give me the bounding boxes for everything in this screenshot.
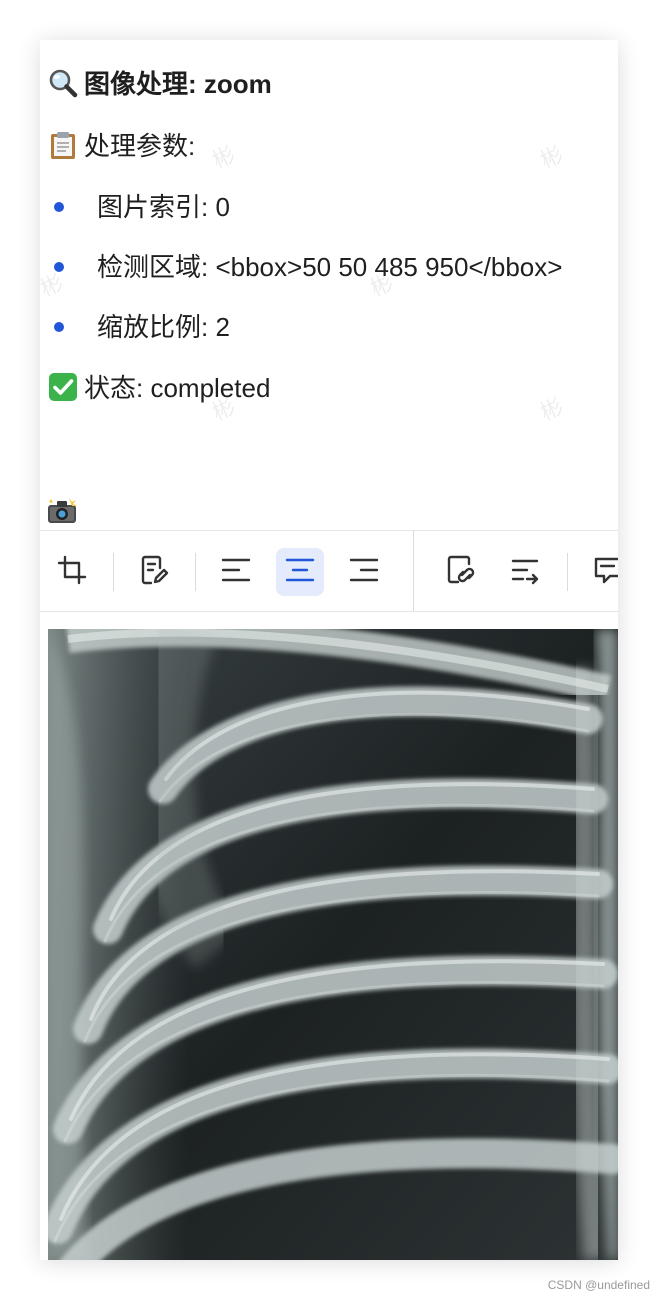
watermark: 彬 bbox=[536, 141, 567, 174]
bullet-icon bbox=[54, 322, 64, 332]
watermark: 彬 bbox=[40, 269, 67, 302]
param-image-index: 图片索引: 0 bbox=[97, 192, 230, 222]
comment-button[interactable] bbox=[584, 548, 618, 596]
text-wrap-button[interactable] bbox=[502, 548, 550, 596]
crop-button[interactable] bbox=[48, 548, 96, 596]
page-title: 图像处理: zoom bbox=[48, 67, 272, 101]
edit-note-icon bbox=[138, 554, 170, 591]
param-zoom-ratio: 缩放比例: 2 bbox=[97, 312, 230, 342]
toolbar-divider bbox=[195, 553, 196, 591]
align-left-icon bbox=[220, 554, 252, 591]
param-detect-region: 检测区域: <bbox>50 50 485 950</bbox> bbox=[97, 252, 563, 282]
link-icon bbox=[445, 553, 479, 592]
bullet-icon bbox=[54, 262, 64, 272]
align-left-button[interactable] bbox=[212, 548, 260, 596]
toolbar-divider bbox=[413, 531, 414, 611]
status-line: 状态: completed bbox=[48, 371, 270, 405]
bullet-icon bbox=[54, 202, 64, 212]
edit-caption-button[interactable] bbox=[130, 548, 178, 596]
clipboard-icon bbox=[48, 130, 78, 160]
align-right-button[interactable] bbox=[340, 548, 388, 596]
status-text: 状态: completed bbox=[84, 373, 271, 403]
title-text: 图像处理: zoom bbox=[84, 69, 272, 99]
params-label: 处理参数: bbox=[84, 131, 196, 161]
comment-icon bbox=[592, 554, 618, 591]
text-wrap-icon bbox=[510, 554, 542, 591]
image-toolbar bbox=[40, 530, 618, 612]
camera-flash-icon bbox=[47, 498, 77, 524]
align-center-icon bbox=[284, 554, 316, 591]
check-mark-icon bbox=[48, 372, 78, 402]
crop-icon bbox=[56, 554, 88, 591]
credit-text: CSDN @undefined bbox=[547, 1278, 650, 1292]
watermark: 彬 bbox=[536, 393, 567, 426]
toolbar-divider bbox=[567, 553, 568, 591]
xray-image[interactable] bbox=[48, 629, 618, 1260]
params-heading: 处理参数: bbox=[48, 129, 195, 163]
magnifier-icon bbox=[48, 68, 78, 98]
align-center-button[interactable] bbox=[276, 548, 324, 596]
link-button[interactable] bbox=[438, 548, 486, 596]
editor-card: 彬 彬 彬 彬 彬 彬 图像处理: zoom 处理参数: 图片索引: 0 检测区… bbox=[40, 40, 618, 1260]
align-right-icon bbox=[348, 554, 380, 591]
toolbar-divider bbox=[113, 553, 114, 591]
ribcage-picture bbox=[48, 629, 618, 1260]
page: 彬 彬 彬 彬 彬 彬 图像处理: zoom 处理参数: 图片索引: 0 检测区… bbox=[0, 0, 658, 1300]
watermark: 彬 bbox=[208, 141, 239, 174]
content-area: 彬 彬 彬 彬 彬 彬 图像处理: zoom 处理参数: 图片索引: 0 检测区… bbox=[40, 40, 618, 528]
